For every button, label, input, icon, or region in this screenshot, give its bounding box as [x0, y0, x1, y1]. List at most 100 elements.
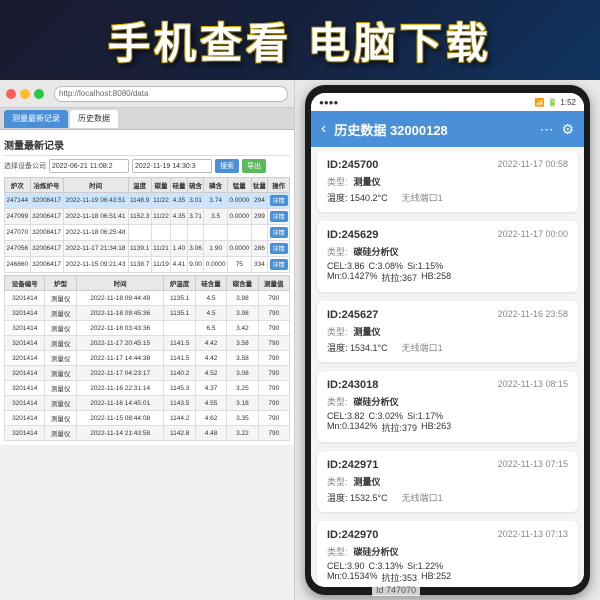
col-header-furnace: 冶炼炉号	[30, 178, 63, 193]
browser-url[interactable]: http://localhost:8080/data	[54, 86, 288, 102]
table-cell: 32006417	[30, 209, 63, 225]
table-cell: 详情	[268, 209, 290, 225]
table-cell: 11/22	[151, 209, 170, 225]
history-type-row: 类型:碳硅分析仪	[327, 395, 568, 408]
table-cell: 3201414	[5, 366, 45, 381]
search-button[interactable]: 搜索	[215, 159, 239, 173]
bottom-table: 设备编号 炉型 时间 炉温度 硅含量 碳含量 测量值 3201414测量仪202…	[4, 275, 290, 441]
type-label: 类型:	[327, 395, 348, 408]
analysis-value: CEL:3.86	[327, 261, 365, 271]
export-button[interactable]: 导出	[242, 159, 266, 173]
history-item-header: ID:2429712022-11-13 07:15	[327, 459, 568, 471]
left-panel: http://localhost:8080/data 测量最新记录 历史数据 测…	[0, 80, 295, 600]
filter-date-from[interactable]	[49, 159, 129, 173]
history-item[interactable]: ID:2457002022-11-17 00:58类型:测量仪温度: 1540.…	[317, 151, 578, 212]
table-cell: 4.62	[195, 411, 226, 426]
detail-button[interactable]: 详情	[270, 259, 288, 270]
table-cell: 3.71	[187, 209, 204, 225]
table-cell: 详情	[268, 257, 290, 273]
detail-button[interactable]: 详情	[270, 227, 288, 238]
table-cell: 247144	[5, 193, 31, 209]
back-button[interactable]: ‹	[321, 120, 326, 138]
history-id: ID:245627	[327, 309, 378, 321]
analysis-row2: Mn:0.1342% 抗拉:379HB:263	[327, 421, 568, 434]
browser-minimize-btn[interactable]	[20, 89, 30, 99]
history-item[interactable]: ID:2456272022-11-16 23:58类型:测量仪温度: 1534.…	[317, 301, 578, 362]
table-cell: 299	[251, 209, 268, 225]
detail-button[interactable]: 详情	[270, 195, 288, 206]
table-cell	[187, 225, 204, 241]
table-cell: 32006417	[30, 241, 63, 257]
analysis-value2: HB:263	[421, 421, 451, 434]
table-cell	[164, 321, 195, 336]
table-cell: 1138.7	[128, 257, 151, 273]
detail-button[interactable]: 详情	[270, 211, 288, 222]
history-item[interactable]: ID:2456292022-11-17 00:00类型:碳硅分析仪CEL:3.8…	[317, 221, 578, 292]
history-id: ID:245700	[327, 159, 378, 171]
filter-date-to[interactable]	[132, 159, 212, 173]
history-time: 2022-11-13 08:15	[498, 379, 568, 389]
table-cell: 3201414	[5, 381, 45, 396]
history-id: ID:242971	[327, 459, 378, 471]
table-cell: 1145.3	[164, 381, 195, 396]
analysis-value: CEL:3.82	[327, 411, 365, 421]
analysis-value2: 抗拉:379	[382, 421, 418, 434]
table-cell	[171, 225, 188, 241]
analysis-row2: Mn:0.1427%抗拉:367HB:258	[327, 271, 568, 284]
table-cell: 3.58	[227, 336, 258, 351]
tab-history[interactable]: 历史数据	[70, 110, 118, 128]
table-cell: 3.22	[227, 426, 258, 441]
table-cell: 1141.5	[164, 351, 195, 366]
table-cell: 0.0000	[227, 241, 251, 257]
browser-maximize-btn[interactable]	[34, 89, 44, 99]
col-header-id: 炉次	[5, 178, 31, 193]
table-cell: 2022-11-17 20:45:15	[76, 336, 164, 351]
table-cell: 2022-11-19 06:43:51	[63, 193, 128, 209]
table-cell: 0.0000	[227, 193, 251, 209]
sub-value: 无线端口1	[402, 491, 443, 504]
table-cell: 0.0000	[227, 209, 251, 225]
history-type-row: 类型:碳硅分析仪	[327, 545, 568, 558]
col-header-s: 硫含	[187, 178, 204, 193]
tab-measurement[interactable]: 测量最新记录	[4, 110, 68, 128]
analysis-value: Si:1.22%	[407, 561, 443, 571]
browser-close-btn[interactable]	[6, 89, 16, 99]
table-cell: 790	[258, 366, 289, 381]
more-icon[interactable]: ⋯	[539, 121, 553, 138]
table-cell	[251, 225, 268, 241]
browser-bar: http://localhost:8080/data	[0, 80, 294, 108]
table-cell: 2022-11-18 03:43:36	[76, 321, 164, 336]
table-cell: 3201414	[5, 336, 45, 351]
bt-col5: 硅含量	[195, 276, 226, 291]
main-content: http://localhost:8080/data 测量最新记录 历史数据 测…	[0, 80, 600, 600]
analysis-value2: Mn:0.1342%	[327, 421, 378, 434]
table-cell: 详情	[268, 241, 290, 257]
tab-bar: 测量最新记录 历史数据	[0, 108, 294, 130]
history-item[interactable]: ID:243018 2022-11-13 08:15 类型:碳硅分析仪 CEL:3.8…	[317, 371, 578, 442]
bottom-table-area: 设备编号 炉型 时间 炉温度 硅含量 碳含量 测量值 3201414测量仪202…	[4, 275, 290, 441]
table-cell: 1.90	[204, 241, 228, 257]
table-cell: 32008417	[30, 193, 63, 209]
table-cell: 3.06	[187, 241, 204, 257]
type-label: 类型:	[327, 475, 348, 488]
table-cell: 11/19	[151, 257, 170, 273]
settings-icon[interactable]: ⚙	[561, 121, 574, 138]
history-id: ID:243018	[327, 379, 378, 391]
table-cell: 11/21	[151, 241, 170, 257]
table-cell: 1143.5	[164, 396, 195, 411]
table-cell: 4.5	[195, 291, 226, 306]
history-item[interactable]: ID:2429712022-11-13 07:15类型:测量仪温度: 1532.…	[317, 451, 578, 512]
analysis-value2: 抗拉:367	[382, 271, 418, 284]
table-cell: 2022-11-17 04:23:17	[76, 366, 164, 381]
table-row: 3201414测量仪2022-11-16 22:31:141145.34.373…	[5, 381, 290, 396]
col-header-c: 碳量	[151, 178, 170, 193]
table-cell: 1139.1	[128, 241, 151, 257]
table-cell: 3.74	[204, 193, 228, 209]
detail-button[interactable]: 详情	[270, 243, 288, 254]
analysis-row: CEL:3.90C:3.13%Si:1.22%	[327, 561, 568, 571]
history-time: 2022-11-16 23:58	[498, 309, 568, 319]
table-cell: 3201414	[5, 426, 45, 441]
table-row: 3201414测量仪2022-11-17 04:23:171140.24.523…	[5, 366, 290, 381]
history-item[interactable]: ID:2429702022-11-13 07:13类型:碳硅分析仪CEL:3.9…	[317, 521, 578, 587]
history-item-header: ID:245627 2022-11-16 23:58	[327, 309, 568, 321]
